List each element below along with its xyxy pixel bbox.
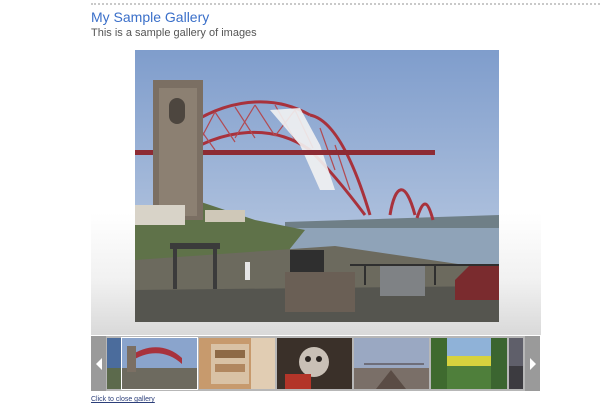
top-divider xyxy=(91,3,600,5)
chevron-left-icon xyxy=(95,357,102,370)
thumbnail-7[interactable] xyxy=(509,338,523,389)
chevron-right-icon xyxy=(529,357,536,370)
thumbnail-filmstrip xyxy=(91,336,540,391)
thumbnail-4[interactable] xyxy=(277,338,352,389)
filmstrip-prev-button[interactable] xyxy=(91,336,106,391)
main-image[interactable] xyxy=(135,50,499,322)
thumbnail-5[interactable] xyxy=(354,338,429,389)
thumbnail-3[interactable] xyxy=(199,338,275,389)
thumbnail-2[interactable] xyxy=(121,337,198,390)
filmstrip-next-button[interactable] xyxy=(525,336,540,391)
thumbnail-1[interactable] xyxy=(107,338,121,389)
close-gallery-link[interactable]: Click to close gallery xyxy=(91,396,155,403)
thumbnail-6[interactable] xyxy=(431,338,507,389)
gallery-title: My Sample Gallery xyxy=(91,9,210,25)
gallery-subtitle: This is a sample gallery of images xyxy=(91,27,257,39)
